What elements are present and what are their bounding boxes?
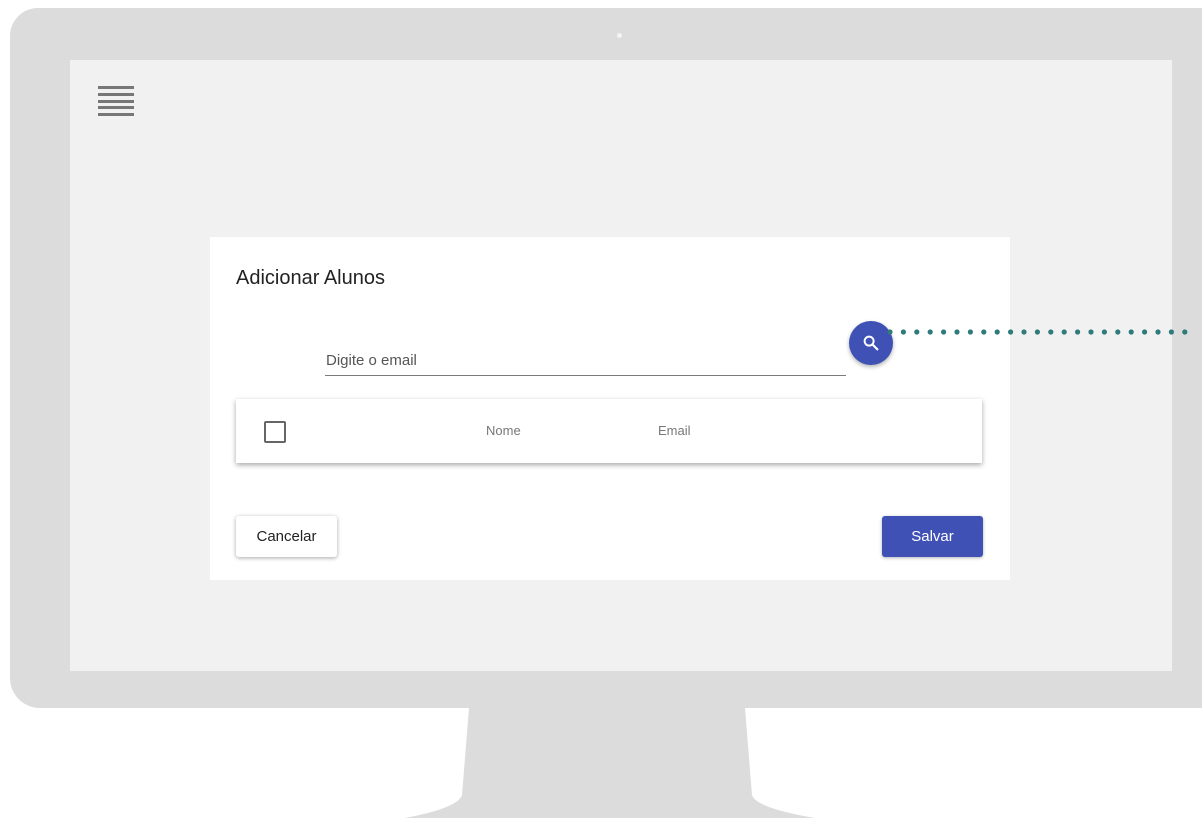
monitor-stand: [405, 708, 815, 818]
